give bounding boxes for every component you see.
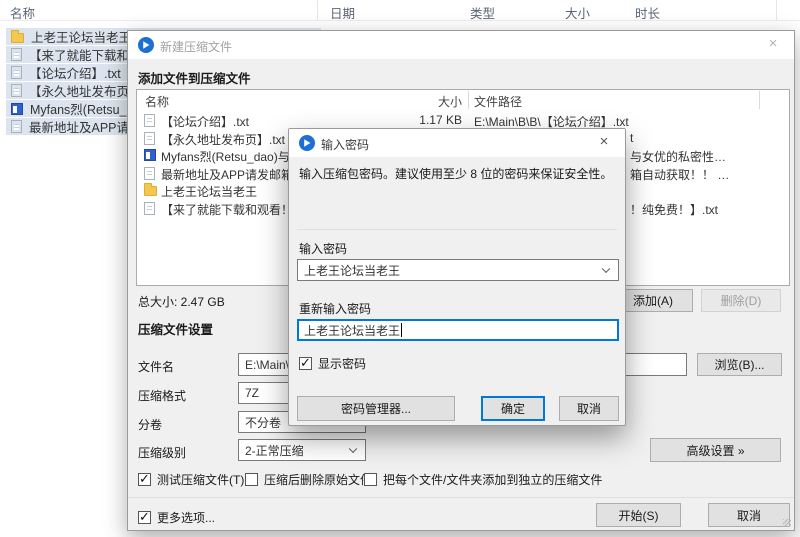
column-path[interactable]: 文件路径 bbox=[474, 93, 522, 110]
divider bbox=[297, 229, 617, 230]
txt-icon bbox=[144, 132, 155, 145]
txt-icon bbox=[144, 202, 155, 215]
bandizip-app-icon bbox=[138, 37, 154, 53]
table-row[interactable]: 【论坛介绍】.txt1.17 KBE:\Main\B\B\【论坛介绍】.txt bbox=[137, 112, 789, 129]
txt-icon bbox=[144, 167, 155, 180]
file-name: 【论坛介绍】.txt bbox=[161, 113, 249, 130]
txt-icon bbox=[11, 120, 22, 133]
reenter-password-input[interactable]: 上老王论坛当老王 bbox=[297, 319, 619, 341]
column-divider bbox=[317, 0, 318, 20]
dialog-titlebar[interactable]: 输入密码 × bbox=[289, 129, 625, 157]
media-icon bbox=[11, 103, 23, 115]
folder-icon bbox=[144, 186, 157, 196]
start-button[interactable]: 开始(S) bbox=[596, 503, 681, 527]
checkbox-icon[interactable] bbox=[138, 473, 151, 486]
file-size: 1.17 KB bbox=[382, 113, 462, 127]
file-path: ！纯免费！】.txt bbox=[630, 201, 718, 218]
file-path: 与女优的私密性… bbox=[630, 148, 726, 165]
file-path: t bbox=[630, 131, 633, 145]
volume-label: 分卷 bbox=[138, 416, 162, 433]
close-icon[interactable]: × bbox=[583, 129, 625, 157]
section-settings-label: 压缩文件设置 bbox=[138, 319, 213, 338]
level-select[interactable]: 2-正常压缩 bbox=[238, 439, 366, 461]
txt-icon bbox=[11, 84, 22, 97]
checkbox-icon[interactable] bbox=[364, 473, 377, 486]
format-label: 压缩格式 bbox=[138, 387, 186, 404]
file-path: 箱自动获取！！ … bbox=[630, 166, 729, 183]
media-icon bbox=[144, 149, 156, 161]
enter-password-label: 输入密码 bbox=[299, 240, 347, 257]
folder-icon bbox=[11, 33, 24, 43]
column-size[interactable]: 大小 bbox=[382, 93, 462, 110]
file-name: 【永久地址发布页】.txt bbox=[161, 131, 285, 148]
column-name[interactable]: 名称 bbox=[145, 93, 169, 110]
column-date[interactable]: 日期 bbox=[330, 3, 355, 22]
file-name: 上老王论坛当老王 bbox=[31, 28, 131, 45]
section-add-files-label: 添加文件到压缩文件 bbox=[138, 68, 251, 87]
reenter-password-label: 重新输入密码 bbox=[299, 300, 371, 317]
filename-label: 文件名 bbox=[138, 358, 174, 375]
column-type[interactable]: 类型 bbox=[470, 3, 495, 22]
more-options-checkbox[interactable]: 更多选项... bbox=[138, 509, 215, 526]
password-manager-button[interactable]: 密码管理器... bbox=[297, 396, 455, 421]
column-divider bbox=[759, 91, 760, 109]
screen: 名称 日期 类型 大小 时长 上老王论坛当老王【来了就能下载和观看【论坛介绍】.… bbox=[0, 0, 800, 537]
column-size[interactable]: 大小 bbox=[565, 3, 590, 22]
archive-list-header: 名称 大小 文件路径 bbox=[137, 90, 789, 110]
ok-button[interactable]: 确定 bbox=[481, 396, 545, 421]
checkbox-icon[interactable] bbox=[138, 511, 151, 524]
checkbox-label: 更多选项... bbox=[157, 509, 215, 526]
level-label: 压缩级别 bbox=[138, 444, 186, 461]
column-divider bbox=[468, 91, 469, 109]
show-password-checkbox[interactable]: 显示密码 bbox=[299, 355, 366, 372]
format-value: 7Z bbox=[245, 386, 259, 400]
checkbox-label: 把每个文件/文件夹添加到独立的压缩文件 bbox=[383, 471, 602, 488]
chevron-down-icon bbox=[349, 445, 357, 453]
chevron-down-icon[interactable] bbox=[602, 265, 610, 273]
checkbox-icon[interactable] bbox=[299, 357, 312, 370]
checkbox-label: 测试压缩文件(T) bbox=[157, 471, 244, 488]
divider bbox=[128, 497, 794, 498]
separate-archive-checkbox[interactable]: 把每个文件/文件夹添加到独立的压缩文件 bbox=[364, 471, 602, 488]
cancel-button[interactable]: 取消 bbox=[559, 396, 619, 421]
text-cursor bbox=[401, 323, 402, 337]
file-name: 上老王论坛当老王 bbox=[161, 183, 257, 200]
dialog-title: 新建压缩文件 bbox=[160, 38, 232, 55]
bandizip-app-icon bbox=[299, 135, 315, 151]
checkbox-icon[interactable] bbox=[245, 473, 258, 486]
close-icon[interactable]: × bbox=[752, 31, 794, 59]
resize-grip[interactable] bbox=[783, 519, 791, 527]
dialog-titlebar[interactable]: 新建压缩文件 × bbox=[128, 31, 794, 59]
explorer-column-header: 名称 日期 类型 大小 时长 bbox=[0, 0, 800, 21]
delete-button: 删除(D) bbox=[701, 289, 781, 312]
column-divider bbox=[776, 0, 777, 20]
txt-icon bbox=[11, 48, 22, 61]
level-value: 2-正常压缩 bbox=[245, 442, 304, 459]
password-hint-text: 输入压缩包密码。建议使用至少 8 位的密码来保证安全性。 bbox=[299, 165, 619, 182]
reenter-password-value: 上老王论坛当老王 bbox=[304, 322, 400, 339]
checkbox-label: 压缩后删除原始文件 bbox=[264, 471, 372, 488]
file-name: 【论坛介绍】.txt bbox=[29, 64, 121, 81]
total-size-label: 总大小: 2.47 GB bbox=[138, 293, 225, 310]
dialog-title: 输入密码 bbox=[321, 136, 369, 153]
column-name[interactable]: 名称 bbox=[10, 3, 35, 22]
volume-value: 不分卷 bbox=[245, 414, 281, 431]
checkbox-label: 显示密码 bbox=[318, 355, 366, 372]
password-value: 上老王论坛当老王 bbox=[304, 262, 400, 279]
cancel-button[interactable]: 取消 bbox=[708, 503, 790, 527]
test-archive-checkbox[interactable]: 测试压缩文件(T) bbox=[138, 471, 244, 488]
column-duration[interactable]: 时长 bbox=[635, 3, 660, 22]
browse-button[interactable]: 浏览(B)... bbox=[697, 353, 782, 376]
filename-value: E:\Main\ bbox=[245, 358, 289, 372]
advanced-settings-button[interactable]: 高级设置 » bbox=[650, 438, 781, 462]
password-combobox[interactable]: 上老王论坛当老王 bbox=[297, 259, 619, 281]
delete-after-checkbox[interactable]: 压缩后删除原始文件 bbox=[245, 471, 372, 488]
txt-icon bbox=[144, 114, 155, 127]
password-dialog: 输入密码 × 输入压缩包密码。建议使用至少 8 位的密码来保证安全性。 输入密码… bbox=[288, 128, 626, 426]
txt-icon bbox=[11, 66, 22, 79]
